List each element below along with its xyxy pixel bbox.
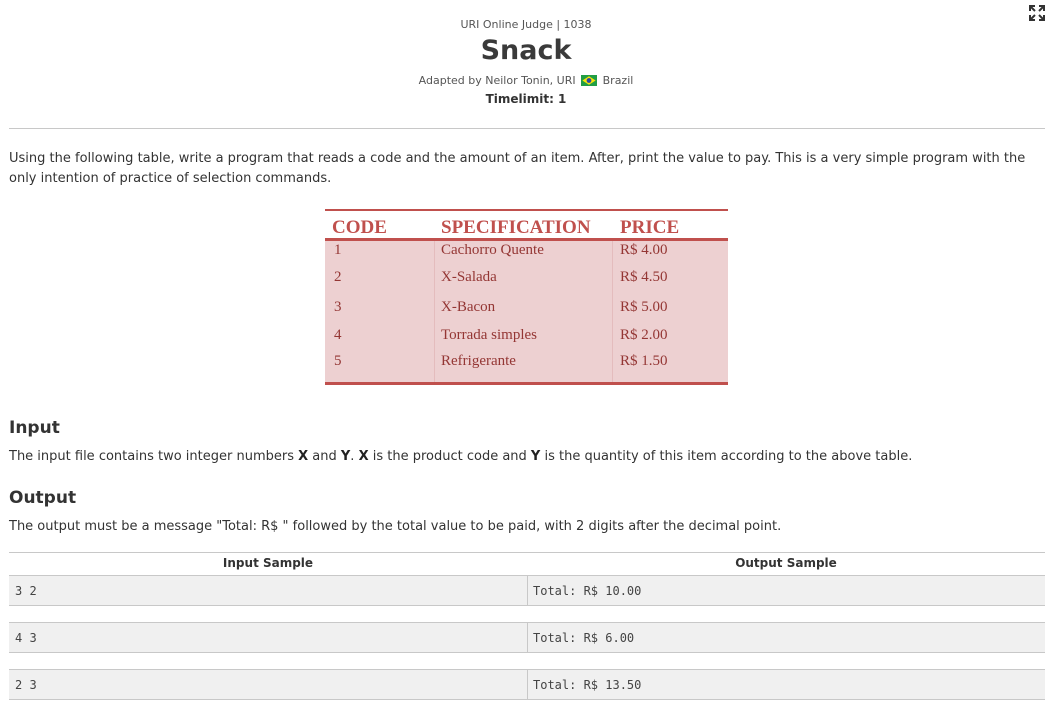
input-description: The input file contains two integer numb… [9,449,913,464]
row-specification: X-Salada [441,269,497,285]
sample-input: 3 2 [15,584,37,598]
sample-row: 3 2 Total: R$ 10.00 [9,575,1045,606]
row-code: 5 [334,353,342,369]
sample-column-divider [527,576,528,605]
price-table: CODE SPECIFICATION PRICE 1 Cachorro Quen… [325,209,728,385]
output-section-title: Output [9,488,77,508]
header-specification: SPECIFICATION [441,217,591,238]
price-table-header: CODE SPECIFICATION PRICE [325,211,728,241]
row-price: R$ 2.00 [620,327,668,343]
problem-description: Using the following table, write a progr… [9,151,1026,186]
row-specification: Torrada simples [441,327,538,343]
output-description: The output must be a message "Total: R$ … [9,519,782,534]
adapted-by: Adapted by Neilor Tonin, URI Brazil [0,74,1052,89]
header-divider [9,128,1045,129]
output-sample-header: Output Sample [735,556,837,570]
row-specification: Refrigerante [441,353,516,369]
column-divider [612,241,613,382]
row-code: 2 [334,269,342,285]
row-code: 3 [334,299,342,315]
row-price: R$ 4.00 [620,242,668,258]
row-code: 4 [334,327,342,343]
sample-column-divider [527,670,528,699]
judge-line: URI Online Judge | 1038 [460,18,592,31]
input-sample-header: Input Sample [222,556,314,570]
row-price: R$ 1.50 [620,353,668,369]
sample-row: 2 3 Total: R$ 13.50 [9,669,1045,700]
adapted-by-text: Adapted by Neilor Tonin, URI [418,74,576,87]
column-divider [434,241,435,382]
samples-divider [9,552,1045,553]
row-specification: X-Bacon [441,299,496,315]
timelimit: Timelimit: 1 [485,92,567,106]
sample-input: 2 3 [15,678,37,692]
sample-column-divider [527,623,528,652]
header-code: CODE [332,217,387,238]
sample-output: Total: R$ 6.00 [533,631,635,645]
page-title: Snack [480,35,572,66]
sample-output: Total: R$ 13.50 [533,678,642,692]
sample-row: 4 3 Total: R$ 6.00 [9,622,1045,653]
row-code: 1 [334,242,342,258]
row-price: R$ 4.50 [620,269,668,285]
sample-output: Total: R$ 10.00 [533,584,642,598]
country-label: Brazil [602,74,634,87]
brazil-flag-icon [581,75,598,89]
row-price: R$ 5.00 [620,299,668,315]
input-section-title: Input [9,418,60,438]
row-specification: Cachorro Quente [441,242,544,258]
header-price: PRICE [620,217,680,238]
sample-input: 4 3 [15,631,37,645]
